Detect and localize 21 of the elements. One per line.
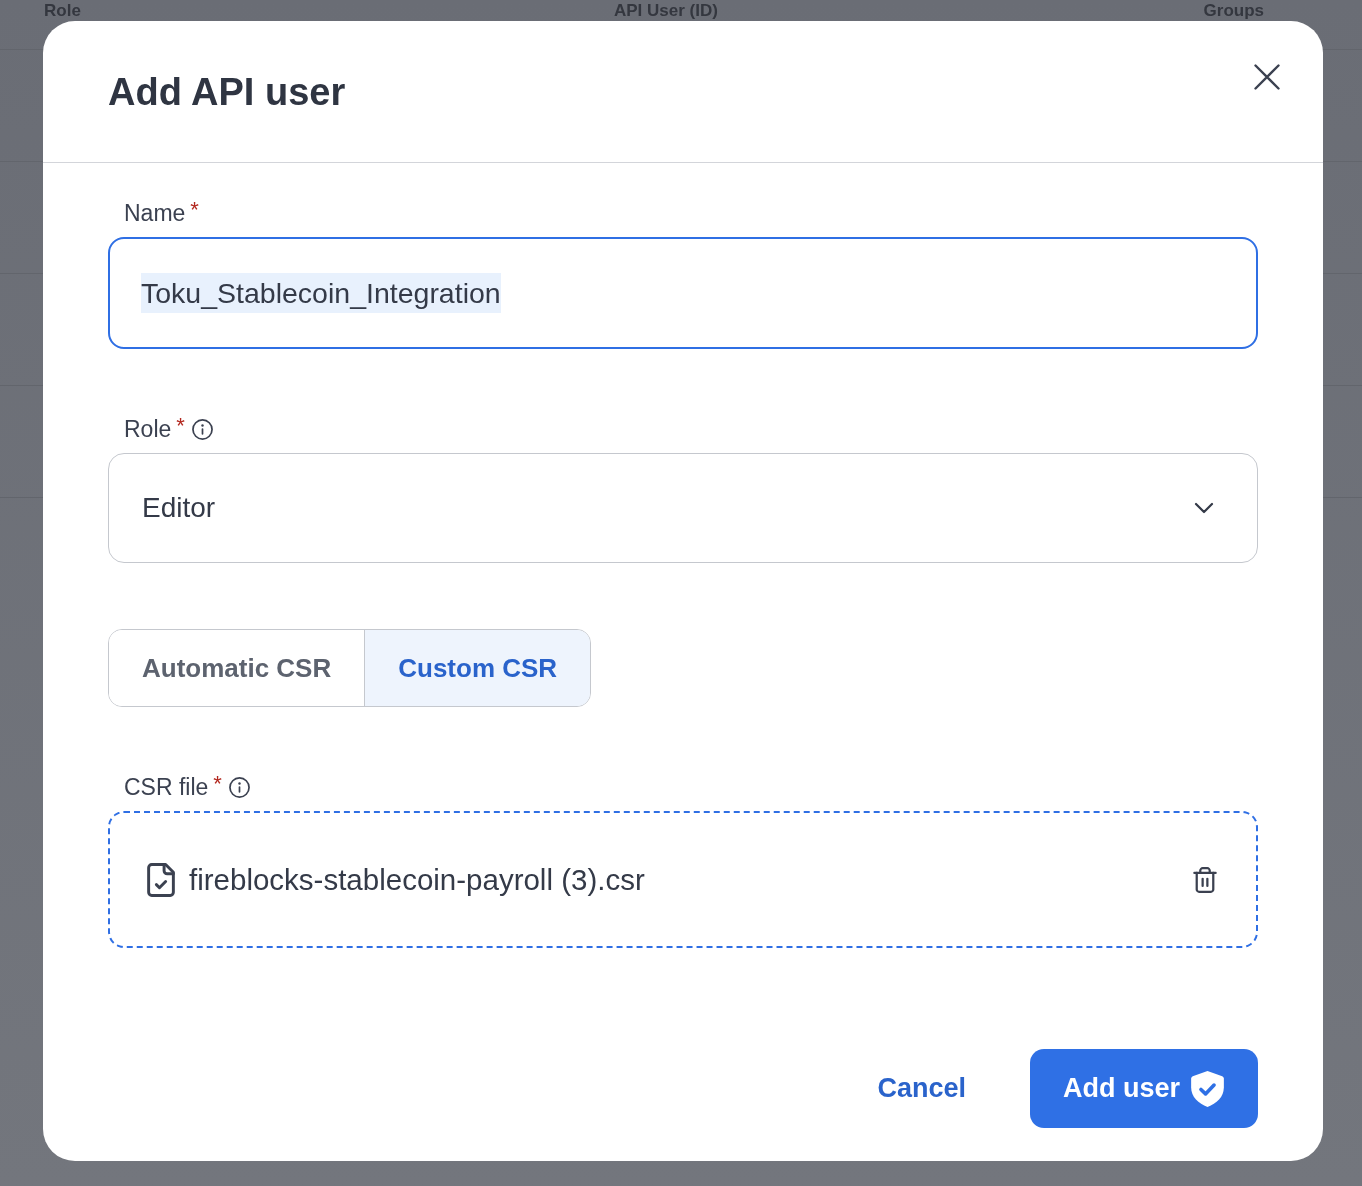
- role-select[interactable]: Editor: [108, 453, 1258, 563]
- name-input[interactable]: Toku_Stablecoin_Integration: [108, 237, 1258, 349]
- required-mark: *: [213, 773, 222, 795]
- column-header: Role: [44, 2, 81, 20]
- required-mark: *: [190, 199, 199, 221]
- selected-text: Toku_Stablecoin_Integration: [141, 273, 501, 313]
- field-label: CSR file: [124, 773, 209, 801]
- add-user-button[interactable]: Add user: [1029, 1049, 1258, 1128]
- csr-option-tab[interactable]: Custom CSR: [364, 630, 591, 706]
- dialog-title: Add API user: [108, 69, 346, 114]
- file-check-icon: [147, 862, 175, 897]
- shield-check-icon: [1191, 1070, 1224, 1107]
- chevron-down-icon: [1194, 502, 1214, 514]
- trash-icon[interactable]: [1193, 866, 1217, 893]
- cancel-button[interactable]: Cancel: [877, 1073, 966, 1104]
- close-icon[interactable]: [1254, 64, 1280, 90]
- field-label: Name: [124, 199, 186, 227]
- file-dropzone[interactable]: fireblocks-stablecoin-payroll (3).csr: [108, 811, 1258, 948]
- field-label: Role: [124, 415, 172, 443]
- required-mark: *: [176, 415, 185, 437]
- file-name: fireblocks-stablecoin-payroll (3).csr: [189, 862, 645, 897]
